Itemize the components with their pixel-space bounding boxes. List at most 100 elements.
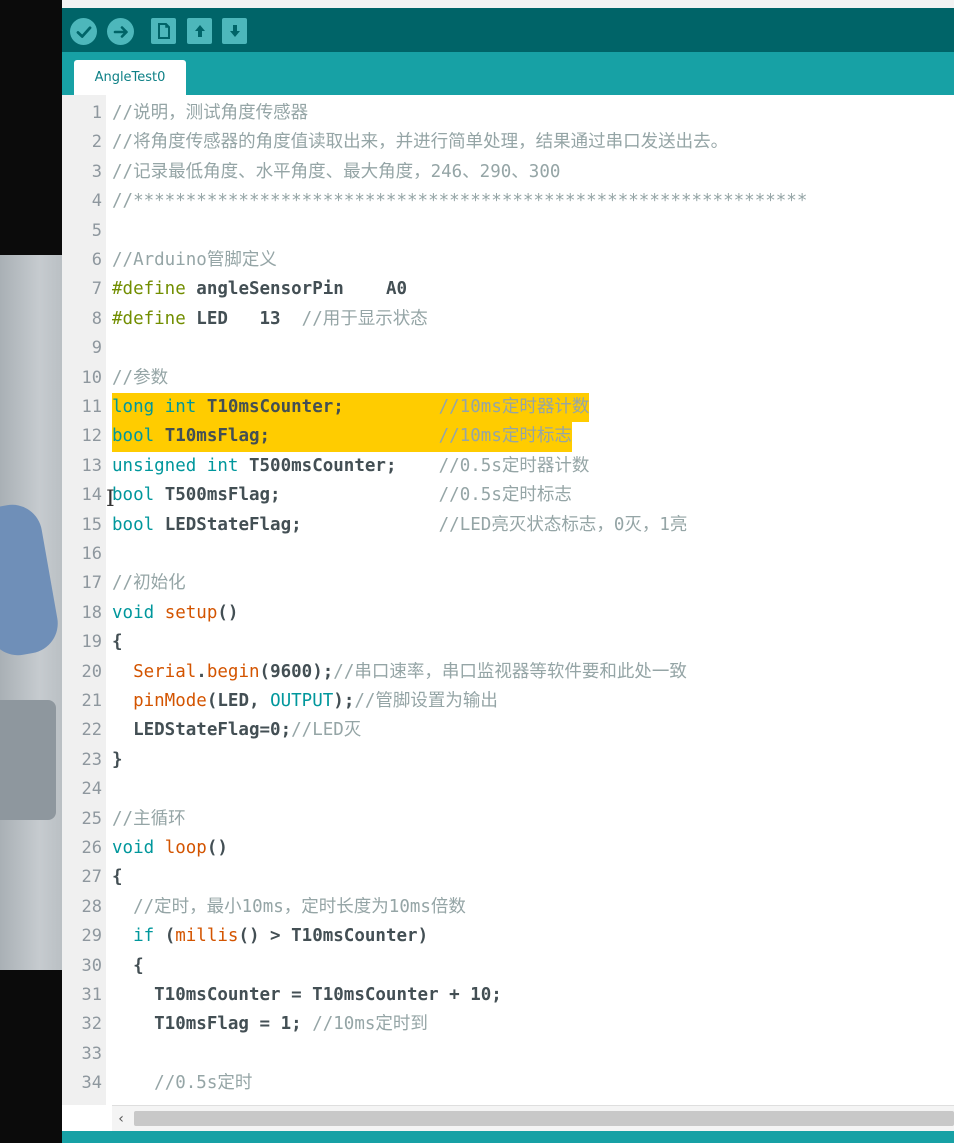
code-line[interactable]: 21 pinMode(LED, OUTPUT);//管脚设置为输出 (62, 687, 954, 716)
code-token: //将角度传感器的角度值读取出来，并进行简单处理，结果通过串口发送出去。 (112, 132, 729, 153)
code-line[interactable]: 3 //记录最低角度、水平角度、最大角度，246、290、300 (62, 158, 954, 187)
code-token: //定时，最小10ms，定时长度为10ms倍数 (133, 896, 466, 917)
code-line[interactable]: 19 { (62, 628, 954, 657)
code-token: //串口速率，串口监视器等软件要和此处一致 (333, 661, 687, 682)
code-line[interactable]: 6 //Arduino管脚定义 (62, 246, 954, 275)
code-line[interactable]: 32 T10msFlag = 1; //10ms定时到 (62, 1010, 954, 1039)
code-token: //LED灭 (291, 720, 362, 741)
code-token: T10msFlag; (154, 426, 439, 447)
code-line[interactable]: 5 (62, 217, 954, 246)
code-text: //主循环 (112, 805, 186, 834)
tab-bar: AngleTest0 (62, 52, 954, 95)
line-number: 20 (81, 661, 102, 682)
code-text: } (112, 746, 123, 775)
code-token: //参数 (112, 367, 169, 388)
horizontal-scrollbar[interactable]: ‹ (112, 1105, 954, 1132)
code-line[interactable]: 11 long int T10msCounter; //10ms定时器计数 (62, 393, 954, 423)
verify-button[interactable] (70, 18, 97, 45)
code-line[interactable]: 12 bool T10msFlag; //10ms定时标志 (62, 422, 954, 452)
code-line[interactable]: 8 #define LED 13 //用于显示状态 (62, 305, 954, 334)
code-editor[interactable]: 1 //说明，测试角度传感器 2 //将角度传感器的角度值读取出来，并进行简单处理，结… (62, 95, 954, 1105)
code-token: //10ms定时到 (312, 1014, 428, 1035)
code-line[interactable]: 23} (62, 746, 954, 775)
text-cursor-icon: I (106, 487, 115, 512)
code-text: unsigned int T500msCounter; //0.5s定时器计数 (112, 452, 589, 481)
title-bar (62, 0, 954, 8)
upload-icon (113, 24, 129, 40)
code-token: int (164, 397, 197, 417)
code-token: //Arduino管脚定义 (112, 250, 277, 270)
code-line[interactable]: 25 //主循环 (62, 805, 954, 834)
code-token: (9600); (259, 661, 334, 682)
line-number: 19 (81, 632, 102, 653)
code-token: T10msFlag = 1; (112, 1014, 313, 1035)
code-token: T10msCounter; (196, 397, 439, 417)
code-token: //10ms定时标志 (438, 426, 572, 447)
open-sketch-button[interactable] (187, 18, 212, 44)
line-number: 8 (91, 308, 102, 329)
background-object-gray (0, 700, 56, 820)
code-text-highlighted: long int T10msCounter; //10ms定时器计数 (112, 393, 590, 423)
code-token: ); (333, 691, 355, 711)
code-line[interactable]: 2 //将角度传感器的角度值读取出来，并进行简单处理，结果通过串口发送出去。 (62, 128, 954, 157)
code-token: int (206, 455, 239, 476)
save-sketch-button[interactable] (222, 18, 247, 44)
new-sketch-button[interactable] (151, 18, 176, 44)
code-token: } (112, 749, 123, 770)
code-line[interactable]: 33 (62, 1040, 954, 1069)
line-number: 34 (81, 1073, 102, 1094)
code-line[interactable]: 24 (62, 775, 954, 804)
code-text: Serial.begin(9600);//串口速率，串口监视器等软件要和此处一致 (112, 658, 687, 687)
line-number: 31 (81, 985, 102, 1005)
code-line[interactable]: 9 (62, 334, 954, 363)
code-token: Serial (133, 661, 197, 682)
code-token: if (133, 926, 155, 947)
code-line[interactable]: 26 void loop() (62, 834, 954, 863)
code-token: //记录最低角度、水平角度、最大角度，246、290、300 (112, 161, 561, 182)
code-line[interactable]: 22 LEDStateFlag=0;//LED灭 (62, 716, 954, 745)
code-line[interactable]: 28 //定时，最小10ms，定时长度为10ms倍数 (62, 893, 954, 922)
save-icon (227, 23, 243, 39)
code-token: () > T10msCounter) (238, 926, 429, 947)
code-token: LEDStateFlag=0; (112, 720, 292, 741)
code-token: //0.5s定时器计数 (438, 455, 590, 476)
code-line[interactable]: 16 (62, 540, 954, 569)
code-line[interactable]: 30 { (62, 952, 954, 981)
code-line[interactable]: 14 bool T500msFlag; //0.5s定时标志 (62, 481, 954, 510)
line-number: 18 (81, 602, 102, 623)
upload-button[interactable] (107, 18, 134, 45)
scroll-left-icon[interactable]: ‹ (112, 1110, 130, 1128)
line-number: 22 (81, 720, 102, 741)
code-text: { (112, 628, 123, 657)
line-number: 10 (81, 367, 102, 388)
code-line[interactable]: 4 //*************************************… (62, 187, 954, 216)
code-token: T500msCounter; (238, 455, 439, 476)
code-line[interactable]: 15 bool LEDStateFlag; //LED亮灭状态标志，0灭，1亮 (62, 511, 954, 540)
code-line[interactable]: 34 //0.5s定时 (62, 1069, 954, 1098)
code-line[interactable]: 7 #define angleSensorPin A0 (62, 275, 954, 304)
code-line[interactable]: 1 //说明，测试角度传感器 (62, 99, 954, 128)
code-text: bool LEDStateFlag; //LED亮灭状态标志，0灭，1亮 (112, 511, 687, 540)
code-line[interactable]: 10 //参数 (62, 364, 954, 393)
code-line[interactable]: 20 Serial.begin(9600);//串口速率，串口监视器等软件要和此… (62, 658, 954, 687)
code-line[interactable]: 17 //初始化 (62, 569, 954, 598)
new-icon (157, 23, 171, 39)
code-line[interactable]: 29 if (millis() > T10msCounter) (62, 922, 954, 951)
code-line[interactable]: 18 void setup() (62, 599, 954, 628)
code-line[interactable]: 31 T10msCounter = T10msCounter + 10; (62, 981, 954, 1010)
tab-angletest0[interactable]: AngleTest0 (74, 60, 186, 95)
code-text: //将角度传感器的角度值读取出来，并进行简单处理，结果通过串口发送出去。 (112, 128, 728, 157)
code-token: (LED, (206, 691, 271, 711)
code-token: () (206, 838, 228, 858)
code-line[interactable]: 13 unsigned int T500msCounter; //0.5s定时器计… (62, 452, 954, 481)
line-number: 7 (91, 279, 102, 300)
code-line[interactable]: 27 { (62, 863, 954, 892)
line-number: 11 (81, 397, 102, 417)
line-number: 9 (91, 338, 102, 359)
scrollbar-thumb[interactable] (134, 1111, 954, 1126)
